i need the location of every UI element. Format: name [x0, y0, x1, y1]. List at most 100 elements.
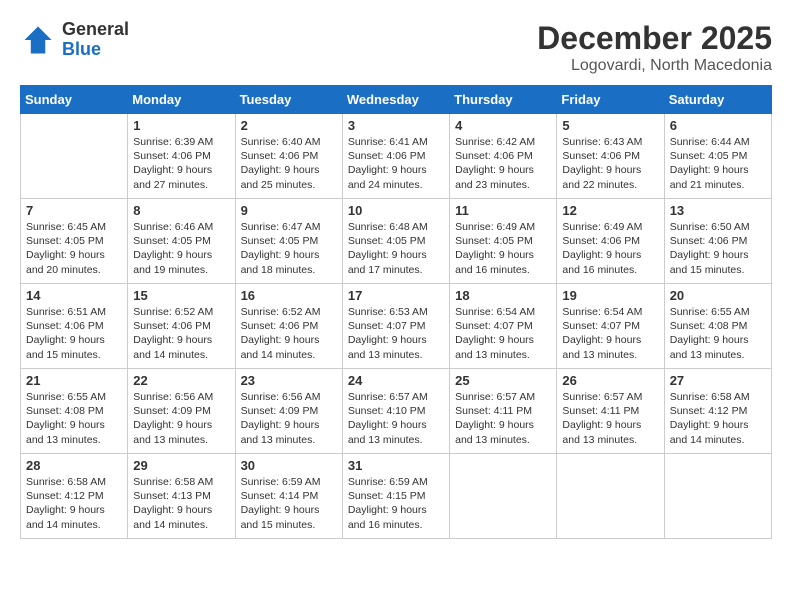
- page-header: General Blue December 2025 Logovardi, No…: [20, 20, 772, 75]
- calendar-cell: [450, 454, 557, 539]
- logo: General Blue: [20, 20, 129, 60]
- calendar-cell: 21Sunrise: 6:55 AMSunset: 4:08 PMDayligh…: [21, 369, 128, 454]
- calendar-cell: 12Sunrise: 6:49 AMSunset: 4:06 PMDayligh…: [557, 199, 664, 284]
- day-number: 5: [562, 118, 658, 133]
- col-header-tuesday: Tuesday: [235, 86, 342, 114]
- day-info: Sunrise: 6:52 AMSunset: 4:06 PMDaylight:…: [241, 305, 337, 362]
- day-info: Sunrise: 6:57 AMSunset: 4:10 PMDaylight:…: [348, 390, 444, 447]
- calendar-cell: 6 Sunrise: 6:44 AMSunset: 4:05 PMDaylight…: [664, 114, 771, 199]
- calendar-cell: 1 Sunrise: 6:39 AMSunset: 4:06 PMDaylight…: [128, 114, 235, 199]
- calendar-cell: 16 Sunrise: 6:52 AMSunset: 4:06 PMDayligh…: [235, 284, 342, 369]
- day-number: 2: [241, 118, 337, 133]
- calendar-cell: 3Sunrise: 6:41 AMSunset: 4:06 PMDaylight…: [342, 114, 449, 199]
- day-number: 7: [26, 203, 122, 218]
- day-info: Sunrise: 6:45 AMSunset: 4:05 PMDaylight:…: [26, 220, 122, 277]
- day-number: 13: [670, 203, 766, 218]
- col-header-saturday: Saturday: [664, 86, 771, 114]
- col-header-wednesday: Wednesday: [342, 86, 449, 114]
- calendar-cell: 27Sunrise: 6:58 AMSunset: 4:12 PMDayligh…: [664, 369, 771, 454]
- day-number: 14: [26, 288, 122, 303]
- day-number: 9: [241, 203, 337, 218]
- calendar-cell: 9 Sunrise: 6:47 AMSunset: 4:05 PMDaylight…: [235, 199, 342, 284]
- calendar-cell: 14Sunrise: 6:51 AMSunset: 4:06 PMDayligh…: [21, 284, 128, 369]
- calendar-table: SundayMondayTuesdayWednesdayThursdayFrid…: [20, 85, 772, 539]
- calendar-cell: [664, 454, 771, 539]
- day-info: Sunrise: 6:47 AMSunset: 4:05 PMDaylight:…: [241, 220, 337, 277]
- calendar-cell: 29 Sunrise: 6:58 AMSunset: 4:13 PMDayligh…: [128, 454, 235, 539]
- day-info: Sunrise: 6:58 AMSunset: 4:13 PMDaylight:…: [133, 475, 229, 532]
- day-number: 23: [241, 373, 337, 388]
- day-number: 28: [26, 458, 122, 473]
- calendar-cell: 19 Sunrise: 6:54 AMSunset: 4:07 PMDayligh…: [557, 284, 664, 369]
- day-info: Sunrise: 6:57 AMSunset: 4:11 PMDaylight:…: [455, 390, 551, 447]
- calendar-cell: 15 Sunrise: 6:52 AMSunset: 4:06 PMDayligh…: [128, 284, 235, 369]
- week-row-4: 21Sunrise: 6:55 AMSunset: 4:08 PMDayligh…: [21, 369, 772, 454]
- day-number: 15: [133, 288, 229, 303]
- day-number: 21: [26, 373, 122, 388]
- day-info: Sunrise: 6:39 AMSunset: 4:06 PMDaylight:…: [133, 135, 229, 192]
- day-number: 17: [348, 288, 444, 303]
- week-row-1: 1 Sunrise: 6:39 AMSunset: 4:06 PMDaylight…: [21, 114, 772, 199]
- day-info: Sunrise: 6:43 AMSunset: 4:06 PMDaylight:…: [562, 135, 658, 192]
- day-number: 11: [455, 203, 551, 218]
- day-info: Sunrise: 6:58 AMSunset: 4:12 PMDaylight:…: [670, 390, 766, 447]
- month-title: December 2025: [537, 20, 772, 57]
- calendar-cell: 10Sunrise: 6:48 AMSunset: 4:05 PMDayligh…: [342, 199, 449, 284]
- calendar-cell: 23 Sunrise: 6:56 AMSunset: 4:09 PMDayligh…: [235, 369, 342, 454]
- col-header-thursday: Thursday: [450, 86, 557, 114]
- calendar-cell: 25Sunrise: 6:57 AMSunset: 4:11 PMDayligh…: [450, 369, 557, 454]
- title-block: December 2025 Logovardi, North Macedonia: [537, 20, 772, 75]
- day-info: Sunrise: 6:42 AMSunset: 4:06 PMDaylight:…: [455, 135, 551, 192]
- day-info: Sunrise: 6:41 AMSunset: 4:06 PMDaylight:…: [348, 135, 444, 192]
- calendar-cell: 22 Sunrise: 6:56 AMSunset: 4:09 PMDayligh…: [128, 369, 235, 454]
- logo-icon: [20, 22, 56, 58]
- day-number: 16: [241, 288, 337, 303]
- day-number: 26: [562, 373, 658, 388]
- day-number: 22: [133, 373, 229, 388]
- week-row-5: 28 Sunrise: 6:58 AMSunset: 4:12 PMDayligh…: [21, 454, 772, 539]
- day-info: Sunrise: 6:40 AMSunset: 4:06 PMDaylight:…: [241, 135, 337, 192]
- day-info: Sunrise: 6:50 AMSunset: 4:06 PMDaylight:…: [670, 220, 766, 277]
- calendar-cell: 31Sunrise: 6:59 AMSunset: 4:15 PMDayligh…: [342, 454, 449, 539]
- calendar-cell: 11 Sunrise: 6:49 AMSunset: 4:05 PMDayligh…: [450, 199, 557, 284]
- day-number: 29: [133, 458, 229, 473]
- day-info: Sunrise: 6:49 AMSunset: 4:05 PMDaylight:…: [455, 220, 551, 277]
- calendar-header-row: SundayMondayTuesdayWednesdayThursdayFrid…: [21, 86, 772, 114]
- calendar-cell: 5 Sunrise: 6:43 AMSunset: 4:06 PMDaylight…: [557, 114, 664, 199]
- logo-blue-text: Blue: [62, 40, 129, 60]
- col-header-monday: Monday: [128, 86, 235, 114]
- day-number: 30: [241, 458, 337, 473]
- day-number: 6: [670, 118, 766, 133]
- week-row-2: 7 Sunrise: 6:45 AMSunset: 4:05 PMDaylight…: [21, 199, 772, 284]
- day-info: Sunrise: 6:56 AMSunset: 4:09 PMDaylight:…: [133, 390, 229, 447]
- day-info: Sunrise: 6:44 AMSunset: 4:05 PMDaylight:…: [670, 135, 766, 192]
- calendar-cell: 17 Sunrise: 6:53 AMSunset: 4:07 PMDayligh…: [342, 284, 449, 369]
- day-info: Sunrise: 6:58 AMSunset: 4:12 PMDaylight:…: [26, 475, 122, 532]
- day-info: Sunrise: 6:55 AMSunset: 4:08 PMDaylight:…: [670, 305, 766, 362]
- calendar-cell: 26 Sunrise: 6:57 AMSunset: 4:11 PMDayligh…: [557, 369, 664, 454]
- calendar-cell: 30 Sunrise: 6:59 AMSunset: 4:14 PMDayligh…: [235, 454, 342, 539]
- day-info: Sunrise: 6:54 AMSunset: 4:07 PMDaylight:…: [562, 305, 658, 362]
- calendar-cell: 4Sunrise: 6:42 AMSunset: 4:06 PMDaylight…: [450, 114, 557, 199]
- day-info: Sunrise: 6:53 AMSunset: 4:07 PMDaylight:…: [348, 305, 444, 362]
- day-number: 18: [455, 288, 551, 303]
- calendar-cell: 13 Sunrise: 6:50 AMSunset: 4:06 PMDayligh…: [664, 199, 771, 284]
- calendar-cell: 2 Sunrise: 6:40 AMSunset: 4:06 PMDaylight…: [235, 114, 342, 199]
- calendar-cell: [21, 114, 128, 199]
- location-subtitle: Logovardi, North Macedonia: [537, 57, 772, 75]
- day-info: Sunrise: 6:56 AMSunset: 4:09 PMDaylight:…: [241, 390, 337, 447]
- day-info: Sunrise: 6:52 AMSunset: 4:06 PMDaylight:…: [133, 305, 229, 362]
- day-number: 24: [348, 373, 444, 388]
- day-info: Sunrise: 6:59 AMSunset: 4:15 PMDaylight:…: [348, 475, 444, 532]
- day-info: Sunrise: 6:59 AMSunset: 4:14 PMDaylight:…: [241, 475, 337, 532]
- day-number: 1: [133, 118, 229, 133]
- day-number: 19: [562, 288, 658, 303]
- logo-general-text: General: [62, 20, 129, 40]
- calendar-cell: 20 Sunrise: 6:55 AMSunset: 4:08 PMDayligh…: [664, 284, 771, 369]
- day-info: Sunrise: 6:57 AMSunset: 4:11 PMDaylight:…: [562, 390, 658, 447]
- logo-text: General Blue: [62, 20, 129, 60]
- calendar-cell: 28 Sunrise: 6:58 AMSunset: 4:12 PMDayligh…: [21, 454, 128, 539]
- day-number: 20: [670, 288, 766, 303]
- day-info: Sunrise: 6:54 AMSunset: 4:07 PMDaylight:…: [455, 305, 551, 362]
- day-number: 8: [133, 203, 229, 218]
